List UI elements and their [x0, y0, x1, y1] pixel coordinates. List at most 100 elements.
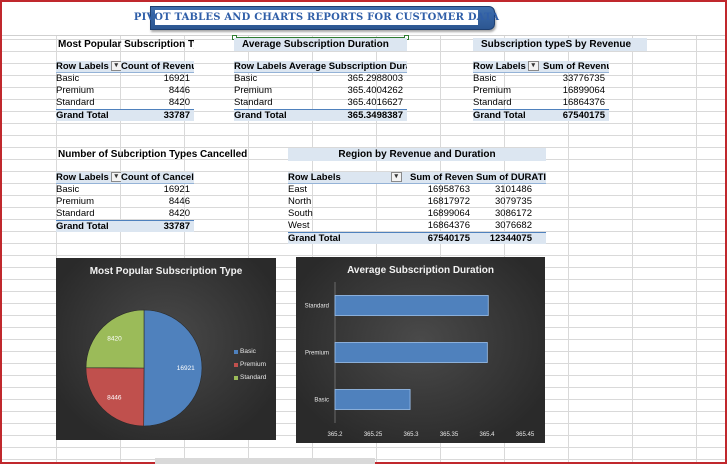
legend-item-standard[interactable]: Standard [234, 374, 266, 381]
row-label: Basic [56, 184, 80, 195]
pivot-cancelled: Number of Subcription Types Cancelled Ro… [56, 148, 261, 232]
row-label: Basic [234, 73, 258, 84]
row-value: 3076682 [495, 220, 532, 231]
row-value: 12344075 [489, 233, 532, 244]
row-value: 67540175 [427, 233, 470, 244]
legend-label: Basic [240, 348, 256, 355]
row-value: 16864376 [427, 220, 470, 231]
row-value: 16817972 [427, 196, 470, 207]
row-label: Grand Total [473, 110, 526, 121]
table-row[interactable]: Basic 33776735 [473, 73, 609, 85]
grand-total-row[interactable]: Grand Total 67540175 [473, 109, 609, 121]
header-value: Count of Canceled [121, 172, 194, 183]
pie-data-label: 8446 [107, 394, 122, 401]
header-text: Row Labels [234, 61, 287, 72]
row-value: 16899064 [427, 208, 470, 219]
table-row[interactable]: Premium 8446 [56, 85, 194, 97]
bar-premium[interactable] [334, 342, 488, 363]
row-label: North [288, 196, 312, 207]
table-row[interactable]: South 16899064 3086172 [288, 208, 546, 220]
row-value: 67540175 [562, 110, 605, 121]
pivot-title: Region by Revenue and Duration [288, 148, 546, 161]
row-label: South [288, 208, 313, 219]
pie-data-label: 16921 [177, 365, 195, 372]
table-row[interactable]: Standard 8420 [56, 97, 194, 109]
row-label: Standard [473, 97, 512, 108]
row-value: 8420 [168, 97, 190, 108]
pivot-popular: Most Popular Subscription Type Row Label… [56, 38, 194, 122]
legend-swatch [234, 349, 238, 354]
bar-standard[interactable] [334, 295, 489, 316]
table-row[interactable]: Standard 8420 [56, 208, 194, 220]
row-value: 16899064 [562, 85, 605, 96]
header-row-labels[interactable]: Row Labels▾ [234, 61, 287, 72]
header-value: Sum of Revenue [543, 61, 609, 72]
table-row[interactable]: East 16958763 3101486 [288, 184, 546, 196]
header-value: Average Subscription Duration [289, 61, 407, 72]
filter-dropdown-icon[interactable]: ▾ [110, 61, 121, 72]
row-label: Premium [473, 85, 512, 96]
bar-basic[interactable] [334, 389, 411, 410]
row-value: 8446 [168, 85, 190, 96]
table-row[interactable]: Premium 16899064 [473, 85, 609, 97]
legend-swatch [234, 362, 238, 367]
sheet-scroll-strip[interactable] [155, 458, 375, 464]
table-row[interactable]: Basic 16921 [56, 184, 194, 196]
row-value: 365.4016627 [347, 97, 403, 108]
legend-item-basic[interactable]: Basic [234, 348, 256, 355]
row-value: 16958763 [427, 184, 470, 195]
table-row[interactable]: Basic 365.2988003 [234, 73, 407, 85]
header-row-labels[interactable]: Row Labels▾ [473, 61, 543, 72]
header-text: Row Labels [288, 172, 341, 183]
x-tick-label: 365.2 [327, 432, 343, 438]
table-row[interactable]: Premium 8446 [56, 196, 194, 208]
filter-dropdown-icon[interactable]: ▾ [390, 172, 402, 183]
row-value: 365.3498387 [347, 110, 403, 121]
row-value: 3086172 [495, 208, 532, 219]
pie-data-label: 8420 [107, 335, 122, 342]
report-title: PIVOT TABLES AND CHARTS REPORTS FOR CUST… [133, 12, 500, 23]
legend-item-premium[interactable]: Premium [234, 361, 266, 368]
row-label: Standard [56, 208, 95, 219]
row-label: Standard [56, 97, 95, 108]
banner-inner: PIVOT TABLES AND CHARTS REPORTS FOR CUST… [134, 10, 499, 25]
row-value: 33787 [163, 110, 190, 121]
row-label: Standard [234, 97, 273, 108]
table-row[interactable]: Standard 16864376 [473, 97, 609, 109]
header-row-labels[interactable]: Row Labels▾ [56, 172, 121, 183]
row-value: 33787 [163, 221, 190, 232]
table-row[interactable]: Standard 365.4016627 [234, 97, 407, 109]
row-value: 3101486 [495, 184, 532, 195]
table-row[interactable]: North 16817972 3079735 [288, 196, 546, 208]
pivot-header-row: Row Labels▾ Average Subscription Duratio… [234, 61, 407, 73]
pivot-title: Most Popular Subscription Type [58, 39, 194, 50]
pivot-header-row: Row Labels▾ Count of Revenue [56, 61, 194, 73]
grand-total-row[interactable]: Grand Total 365.3498387 [234, 109, 407, 121]
grand-total-row[interactable]: Grand Total 67540175 12344075 [288, 232, 546, 244]
grand-total-row[interactable]: Grand Total 33787 [56, 109, 194, 121]
row-label: West [288, 220, 310, 231]
pivot-duration: Average Subscription Duration Row Labels… [234, 38, 407, 122]
row-value: 8446 [168, 196, 190, 207]
row-label: Grand Total [56, 110, 109, 121]
row-value: 16921 [163, 184, 190, 195]
row-label: Grand Total [234, 110, 287, 121]
pivot-title: Number of Subcription Types Cancelled [58, 149, 248, 160]
pivot-header-row: Row Labels ▾ Sum of Revenue Sum of DURATI… [288, 172, 546, 184]
bar-chart-average-duration[interactable]: Average Subscription Duration Basic Premi… [296, 257, 545, 443]
table-row[interactable]: Basic 16921 [56, 73, 194, 85]
pivot-header-row: Row Labels▾ Count of Canceled [56, 172, 194, 184]
grand-total-row[interactable]: Grand Total 33787 [56, 220, 194, 232]
pie-chart-popular-subscription[interactable]: Most Popular Subscription Type 16921 8446… [56, 258, 276, 440]
table-row[interactable]: West 16864376 3076682 [288, 220, 546, 232]
header-value: Sum of DURATION [476, 172, 546, 183]
header-text: Row Labels [56, 61, 109, 72]
header-row-labels[interactable]: Row Labels ▾ [288, 172, 408, 183]
pivot-title: Average Subscription Duration [234, 38, 407, 51]
table-row[interactable]: Premium 365.4004262 [234, 85, 407, 97]
legend-swatch [234, 375, 238, 380]
report-title-banner[interactable]: PIVOT TABLES AND CHARTS REPORTS FOR CUST… [134, 6, 499, 30]
header-row-labels[interactable]: Row Labels▾ [56, 61, 121, 72]
filter-dropdown-icon[interactable]: ▾ [527, 61, 539, 72]
filter-dropdown-icon[interactable]: ▾ [110, 172, 121, 183]
